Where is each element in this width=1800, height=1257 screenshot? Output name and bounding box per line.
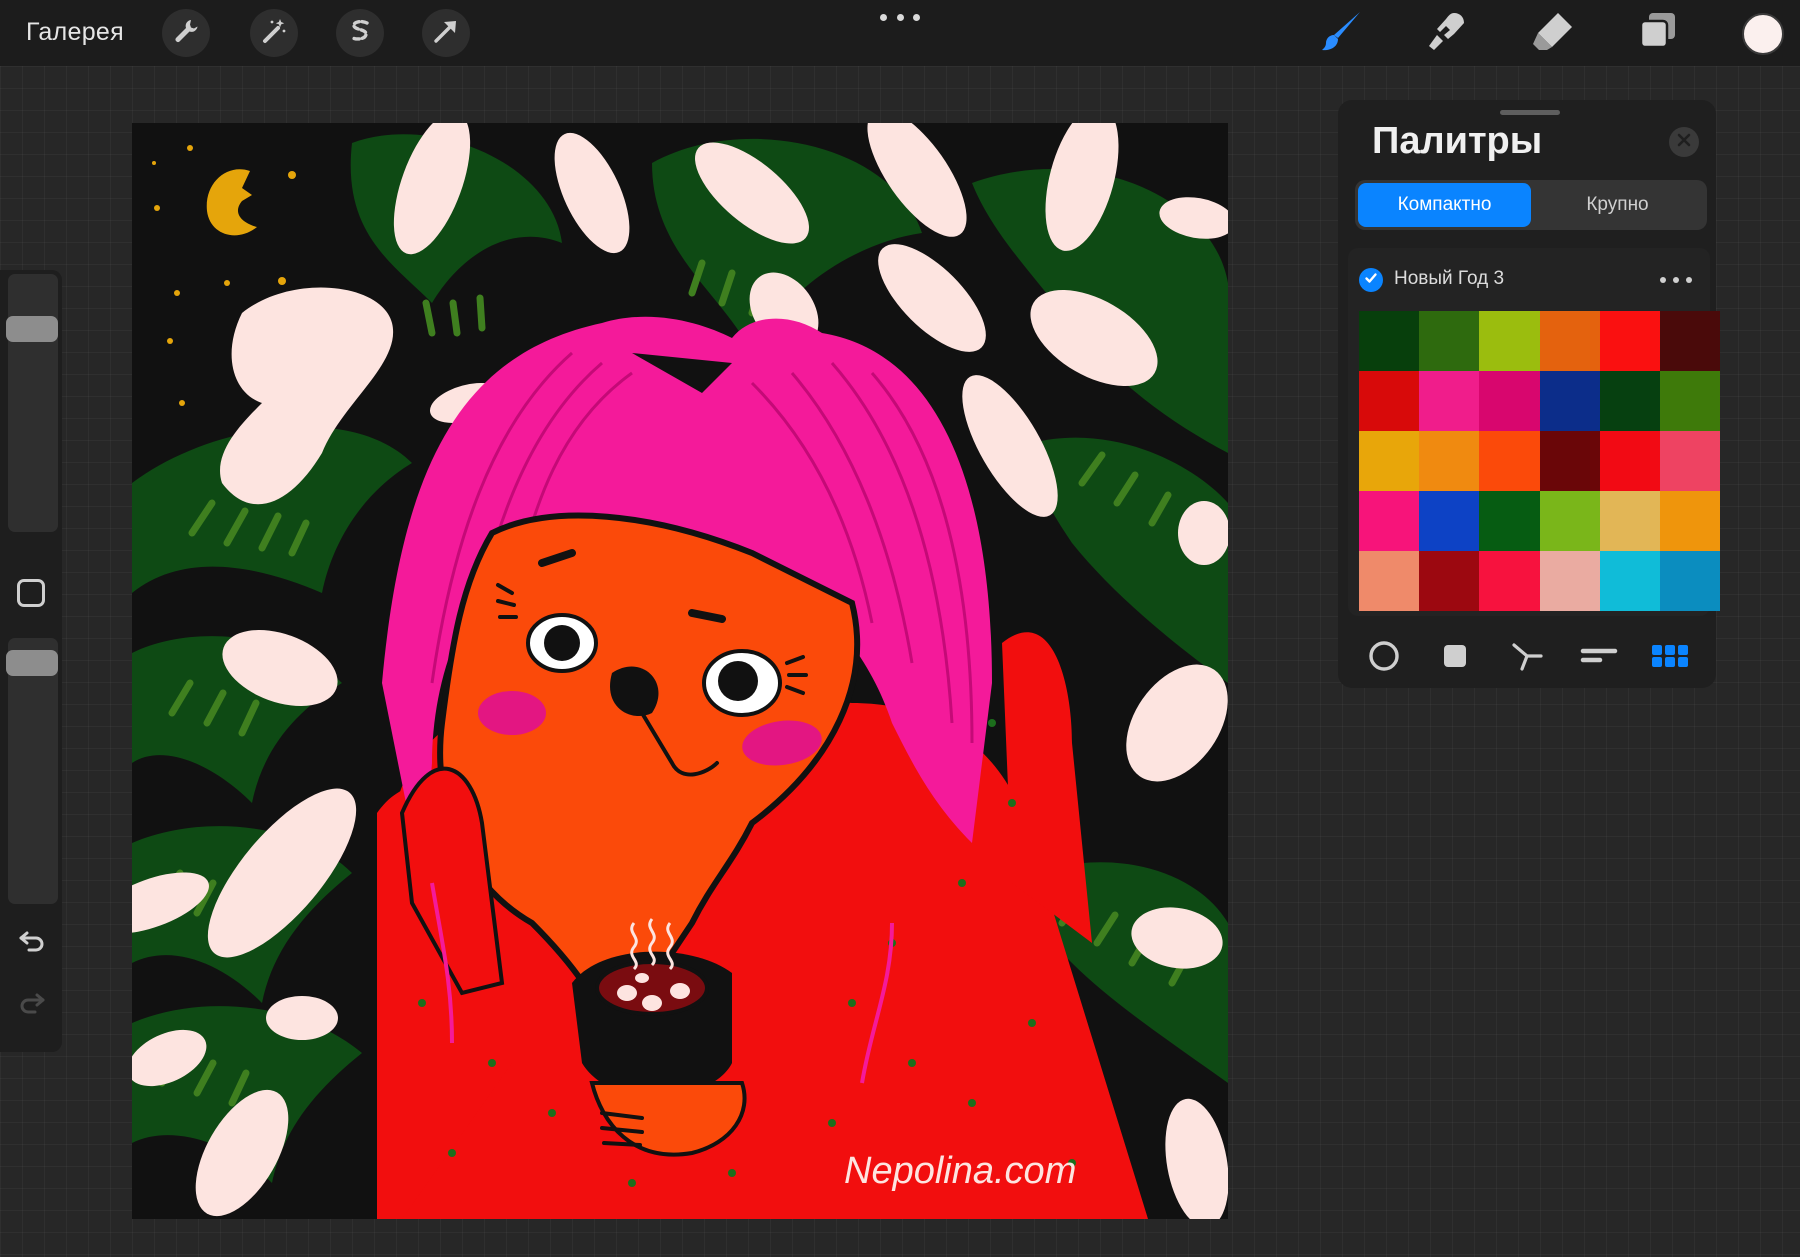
actions-button[interactable] [162,9,210,57]
color-swatch[interactable] [1539,371,1600,431]
transform-button[interactable] [422,9,470,57]
value-sliders-icon [1580,641,1618,676]
color-swatch[interactable] [1659,371,1720,431]
close-button[interactable] [1669,127,1699,157]
color-swatch[interactable] [1659,551,1720,611]
magic-wand-icon [259,16,289,51]
square-icon [1440,641,1470,676]
top-toolbar: Галерея [0,0,1800,66]
default-palette-check[interactable] [1359,268,1383,292]
harmony-icon [1510,639,1544,678]
color-swatch[interactable] [1419,431,1480,491]
color-swatch[interactable] [1359,431,1420,491]
dot [1673,277,1679,283]
palette-options-button[interactable] [1660,275,1692,285]
view-mode-segmented-control: Компактно Крупно [1355,180,1707,230]
panel-title: Палитры [1372,120,1543,162]
eraser-icon [1530,8,1576,59]
color-swatch[interactable] [1659,431,1720,491]
color-picker-button[interactable] [1742,13,1784,55]
tab-harmony[interactable] [1505,638,1549,678]
swatch-grid [1359,311,1720,611]
color-swatch[interactable] [1599,491,1660,551]
color-swatch[interactable] [1539,311,1600,371]
tab-compact[interactable]: Компактно [1358,183,1531,227]
color-swatch[interactable] [1419,491,1480,551]
color-swatch[interactable] [1359,311,1420,371]
disc-icon [1367,639,1401,678]
dot [896,13,904,21]
transform-arrow-icon [431,16,461,51]
color-swatch[interactable] [1359,491,1420,551]
more-options-button[interactable] [880,10,920,24]
left-sidebar [0,270,62,1052]
drawing-canvas[interactable]: Nepolina.com [132,123,1228,1219]
color-swatch[interactable] [1419,311,1480,371]
smudge-tool-button[interactable] [1422,8,1472,58]
smudge-icon [1424,8,1470,59]
layers-icon [1634,8,1680,59]
color-swatch[interactable] [1659,311,1720,371]
color-swatch[interactable] [1419,551,1480,611]
dot [1686,277,1692,283]
palettes-panel: Палитры Компактно Крупно Новый Год 3 [1338,100,1720,688]
opacity-thumb[interactable] [6,650,58,676]
brush-size-slider[interactable] [6,274,58,532]
tab-large[interactable]: Крупно [1531,183,1704,227]
left-cheek [478,691,546,735]
color-swatch[interactable] [1599,431,1660,491]
opacity-slider[interactable] [6,638,58,904]
brush-tool-button[interactable] [1318,8,1368,58]
artwork: Nepolina.com [132,123,1228,1219]
redo-icon [17,987,47,1022]
color-swatch[interactable] [1599,311,1660,371]
tab-classic[interactable] [1433,638,1477,678]
palette-name[interactable]: Новый Год 3 [1394,268,1504,290]
color-swatch[interactable] [1359,551,1420,611]
wrench-icon [171,16,201,51]
color-swatch[interactable] [1539,431,1600,491]
color-swatch[interactable] [1599,371,1660,431]
brush-size-thumb[interactable] [6,316,58,342]
color-swatch[interactable] [1359,371,1420,431]
selection-button[interactable] [336,9,384,57]
tab-palettes[interactable] [1648,638,1692,678]
selection-s-icon [345,16,375,51]
color-swatch[interactable] [1599,551,1660,611]
palettes-grid-icon [1651,642,1689,675]
color-swatch[interactable] [1539,551,1600,611]
color-swatch[interactable] [1539,491,1600,551]
brush-icon [1320,8,1366,59]
layers-button[interactable] [1632,8,1682,58]
modify-button[interactable] [17,579,45,607]
dot [880,13,887,21]
panel-grabber[interactable] [1500,110,1560,115]
color-swatch[interactable] [1659,491,1720,551]
checkmark-icon [1364,271,1378,290]
gallery-button[interactable]: Галерея [26,18,124,47]
tab-value[interactable] [1577,638,1621,678]
color-swatch[interactable] [1479,371,1540,431]
adjustments-button[interactable] [250,9,298,57]
color-panel-tabs [1338,636,1716,680]
palette-card: Новый Год 3 [1348,248,1720,616]
close-icon [1677,133,1691,152]
dot [1660,277,1666,283]
dot [913,13,920,21]
color-swatch[interactable] [1479,551,1540,611]
eraser-tool-button[interactable] [1528,8,1578,58]
tab-disc[interactable] [1362,638,1406,678]
color-swatch[interactable] [1479,311,1540,371]
procreate-app: Галерея Nepolina.com Палитры Компактно К… [0,0,1800,1257]
color-swatch[interactable] [1419,371,1480,431]
undo-button[interactable] [14,924,50,960]
redo-button[interactable] [14,986,50,1022]
watermark-text: Nepolina.com [844,1150,1076,1192]
color-swatch[interactable] [1479,431,1540,491]
color-swatch[interactable] [1479,491,1540,551]
undo-icon [17,925,47,960]
